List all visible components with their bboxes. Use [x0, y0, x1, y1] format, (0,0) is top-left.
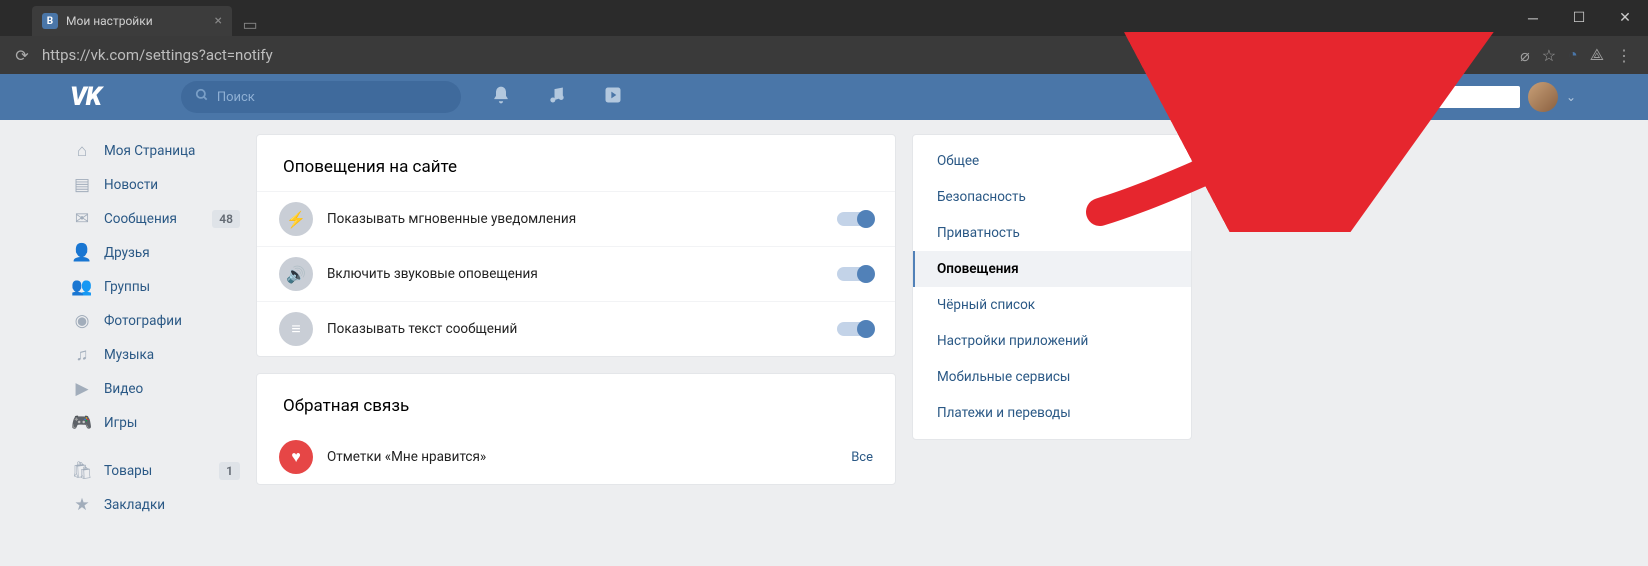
- all-link[interactable]: Все: [851, 450, 873, 465]
- photos-icon: ◉: [72, 311, 92, 331]
- settings-nav-notifications[interactable]: Оповещения: [913, 251, 1191, 287]
- sidebar-item-label: Фотографии: [104, 313, 182, 329]
- star-icon[interactable]: ☆: [1542, 46, 1556, 65]
- messages-icon: ✉: [72, 209, 92, 229]
- sidebar-item-label: Новости: [104, 177, 158, 193]
- card-title: Обратная связь: [257, 374, 895, 430]
- site-notifications-card: Оповещения на сайте ⚡ Показывать мгновен…: [256, 134, 896, 357]
- vk-favicon-icon: B: [42, 13, 58, 29]
- new-tab-button[interactable]: ▭: [238, 12, 262, 36]
- sidebar-item-news[interactable]: ▤ Новости: [58, 168, 240, 202]
- speaker-icon: 🔊: [279, 257, 313, 291]
- card-title: Оповещения на сайте: [257, 135, 895, 191]
- window-minimize-button[interactable]: ─: [1510, 0, 1556, 36]
- setting-row-text: ≡ Показывать текст сообщений: [257, 301, 895, 356]
- friends-icon: 👤: [72, 243, 92, 263]
- settings-nav: Общее Безопасность Приватность Оповещени…: [912, 134, 1192, 440]
- profile-menu[interactable]: ⌄: [1430, 82, 1576, 112]
- sidebar-item-label: Музыка: [104, 347, 154, 363]
- sidebar-item-label: Игры: [104, 415, 137, 431]
- vk-logo-icon[interactable]: VK: [70, 82, 101, 112]
- market-badge: 1: [219, 462, 240, 480]
- sidebar-item-my-page[interactable]: ⌂ Моя Страница: [58, 134, 240, 168]
- search-input[interactable]: [217, 90, 447, 105]
- setting-label: Включить звуковые оповещения: [327, 266, 837, 282]
- sidebar-item-groups[interactable]: 👥 Группы: [58, 270, 240, 304]
- browser-address-bar: ⟳ ⌀ ☆ ◔ ⟁ ⋮: [0, 36, 1648, 74]
- sidebar-item-label: Моя Страница: [104, 143, 195, 159]
- market-icon: 🛍: [72, 461, 92, 481]
- extension2-icon[interactable]: ⟁: [1590, 45, 1604, 65]
- window-maximize-button[interactable]: ☐: [1556, 0, 1602, 36]
- menu-icon[interactable]: ⋮: [1616, 46, 1632, 65]
- toggle-instant[interactable]: [837, 212, 873, 226]
- sidebar: ⌂ Моя Страница ▤ Новости ✉ Сообщения 48 …: [58, 134, 240, 522]
- sidebar-item-messages[interactable]: ✉ Сообщения 48: [58, 202, 240, 236]
- feedback-card: Обратная связь ♥ Отметки «Мне нравится» …: [256, 373, 896, 485]
- browser-titlebar: B Мои настройки × ▭ ─ ☐ ✕: [0, 0, 1648, 36]
- settings-nav-security[interactable]: Безопасность: [913, 179, 1191, 215]
- sidebar-item-label: Закладки: [104, 497, 165, 513]
- setting-label: Показывать мгновенные уведомления: [327, 211, 837, 227]
- settings-nav-app-settings[interactable]: Настройки приложений: [913, 323, 1191, 359]
- search-icon: [195, 88, 209, 106]
- url-input[interactable]: [36, 41, 1520, 69]
- groups-icon: 👥: [72, 277, 92, 297]
- sidebar-item-bookmarks[interactable]: ★ Закладки: [58, 488, 240, 522]
- sidebar-item-video[interactable]: ▶ Видео: [58, 372, 240, 406]
- news-icon: ▤: [72, 175, 92, 195]
- sidebar-item-market[interactable]: 🛍 Товары 1: [58, 454, 240, 488]
- key-icon[interactable]: ⌀: [1520, 46, 1530, 65]
- music-player-icon[interactable]: [547, 85, 567, 110]
- setting-label: Отметки «Мне нравится»: [327, 449, 851, 465]
- extension-icon[interactable]: ◔: [1568, 45, 1578, 65]
- settings-nav-blacklist[interactable]: Чёрный список: [913, 287, 1191, 323]
- setting-row-sound: 🔊 Включить звуковые оповещения: [257, 246, 895, 301]
- sidebar-item-friends[interactable]: 👤 Друзья: [58, 236, 240, 270]
- sidebar-item-label: Друзья: [104, 245, 150, 261]
- settings-nav-payments[interactable]: Платежи и переводы: [913, 395, 1191, 431]
- sidebar-item-photos[interactable]: ◉ Фотографии: [58, 304, 240, 338]
- lightning-icon: ⚡: [279, 202, 313, 236]
- toggle-text[interactable]: [837, 322, 873, 336]
- sidebar-item-label: Товары: [104, 463, 152, 479]
- chevron-down-icon: ⌄: [1566, 90, 1576, 104]
- heart-icon: ♥: [279, 440, 313, 474]
- reload-icon[interactable]: ⟳: [8, 41, 36, 69]
- settings-nav-mobile[interactable]: Мобильные сервисы: [913, 359, 1191, 395]
- avatar-icon: [1528, 82, 1558, 112]
- tab-close-icon[interactable]: ×: [215, 13, 222, 29]
- search-field[interactable]: [181, 81, 461, 113]
- messages-badge: 48: [212, 210, 240, 228]
- profile-name: [1430, 86, 1520, 108]
- video-icon: ▶: [72, 379, 92, 399]
- sidebar-item-games[interactable]: 🎮 Игры: [58, 406, 240, 440]
- setting-label: Показывать текст сообщений: [327, 321, 837, 337]
- toggle-sound[interactable]: [837, 267, 873, 281]
- games-icon: 🎮: [72, 413, 92, 433]
- bookmark-icon: ★: [72, 495, 92, 515]
- tab-title: Мои настройки: [66, 14, 215, 28]
- settings-nav-general[interactable]: Общее: [913, 143, 1191, 179]
- main-content: Оповещения на сайте ⚡ Показывать мгновен…: [256, 134, 896, 522]
- home-icon: ⌂: [72, 141, 92, 161]
- play-icon[interactable]: [603, 85, 623, 110]
- sidebar-item-label: Видео: [104, 381, 143, 397]
- vk-header: VK ⌄: [0, 74, 1648, 120]
- sidebar-item-label: Группы: [104, 279, 150, 295]
- sidebar-item-music[interactable]: ♫ Музыка: [58, 338, 240, 372]
- notifications-icon[interactable]: [491, 85, 511, 110]
- sidebar-item-label: Сообщения: [104, 211, 177, 227]
- browser-tab[interactable]: B Мои настройки ×: [32, 6, 232, 36]
- music-icon: ♫: [72, 345, 92, 365]
- text-icon: ≡: [279, 312, 313, 346]
- feedback-row-likes: ♥ Отметки «Мне нравится» Все: [257, 430, 895, 484]
- settings-nav-privacy[interactable]: Приватность: [913, 215, 1191, 251]
- setting-row-instant: ⚡ Показывать мгновенные уведомления: [257, 191, 895, 246]
- window-close-button[interactable]: ✕: [1602, 0, 1648, 36]
